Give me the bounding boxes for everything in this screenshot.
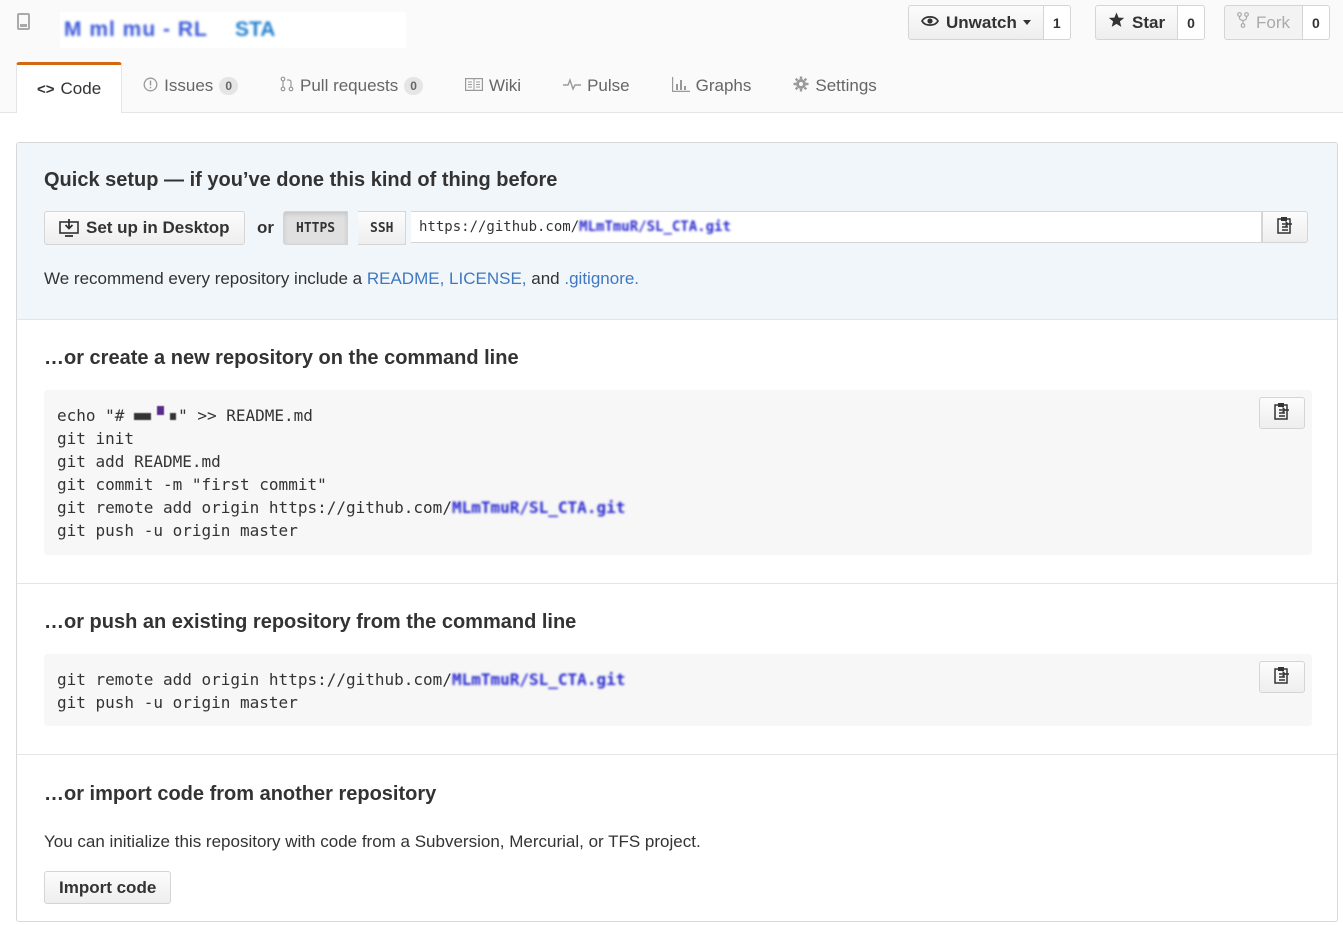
tab-code[interactable]: <> Code [16, 62, 123, 113]
code-line: git remote add origin https://github.com… [57, 670, 452, 689]
graph-icon [671, 76, 690, 96]
recommend-prefix: We recommend every repository include a [44, 269, 363, 288]
fork-icon [1237, 12, 1249, 33]
star-label: Star [1132, 12, 1166, 32]
redacted-block [170, 413, 177, 420]
readme-link[interactable]: README, [367, 269, 444, 288]
repo-icon [17, 13, 30, 30]
pulse-icon [563, 77, 582, 95]
redacted-block [157, 406, 165, 415]
fork-label: Fork [1256, 12, 1290, 32]
new-repo-code-block: echo "# " >> README.md git init git add … [44, 390, 1312, 555]
push-code-block: git remote add origin https://github.com… [44, 654, 1312, 726]
copy-url-button[interactable] [1262, 211, 1308, 243]
fork-button[interactable]: Fork [1224, 5, 1303, 40]
clippy-icon [1277, 216, 1293, 239]
clone-url-input[interactable]: https://github.com/MLmTmuR/SL_CTA.git [411, 211, 1262, 243]
gitignore-link[interactable]: .gitignore. [564, 269, 639, 288]
desktop-download-icon [59, 219, 79, 237]
push-commands[interactable]: git remote add origin https://github.com… [57, 668, 625, 714]
code-line-repo: MLmTmuR/SL_CTA.git [451, 498, 626, 517]
tab-label: Pull requests [300, 76, 399, 95]
clone-url-repo: MLmTmuR/SL_CTA.git [579, 219, 731, 235]
code-line: git commit -m "first commit" [57, 475, 327, 494]
tab-wiki[interactable]: Wiki [444, 62, 542, 110]
recommend-text: We recommend every repository include a … [44, 269, 639, 289]
import-title: …or import code from another repository [44, 783, 437, 805]
new-repo-commands[interactable]: echo "# " >> README.md git init git add … [57, 404, 625, 542]
import-code-button[interactable]: Import code [44, 871, 172, 904]
pull-requests-counter: 0 [404, 77, 423, 95]
code-line: git push -u origin master [57, 693, 298, 712]
unwatch-button[interactable]: Unwatch [908, 5, 1044, 40]
tab-label: Settings [815, 76, 877, 95]
tab-pull-requests[interactable]: Pull requests 0 [259, 62, 444, 110]
issues-counter: 0 [219, 77, 238, 95]
chevron-down-icon [1022, 20, 1031, 25]
code-icon: <> [37, 80, 55, 98]
repo-name-owner[interactable]: M ml mu - RL [64, 18, 208, 42]
code-line: git init [57, 429, 135, 448]
and-text: and [531, 269, 560, 288]
new-repo-section: …or create a new repository on the comma… [17, 320, 1337, 584]
repo-title[interactable]: M ml mu - RL STA [60, 12, 406, 48]
issue-icon [143, 77, 158, 96]
https-button[interactable]: HTTPS [283, 211, 349, 245]
quick-setup-title: Quick setup — if you’ve done this kind o… [44, 169, 558, 191]
setup-in-desktop-button[interactable]: Set up in Desktop [44, 211, 245, 245]
copy-push-commands-button[interactable] [1259, 661, 1305, 693]
star-button[interactable]: Star [1095, 5, 1179, 40]
repo-header: M ml mu - RL STA Unwatch 1 Star 0 Fork 0… [0, 0, 1343, 113]
tab-label: Wiki [488, 76, 522, 95]
watch-count[interactable]: 1 [1043, 5, 1071, 40]
tab-pulse[interactable]: Pulse [542, 62, 651, 110]
code-line-repo: MLmTmuR/SL_CTA.git [451, 670, 626, 689]
book-icon [464, 77, 483, 95]
fork-group: Fork 0 [1224, 5, 1330, 40]
new-repo-title: …or create a new repository on the comma… [44, 347, 519, 369]
ssh-button[interactable]: SSH [358, 211, 407, 245]
empty-repo-panel: Quick setup — if you’ve done this kind o… [16, 142, 1338, 922]
clippy-icon [1274, 402, 1290, 425]
tab-settings[interactable]: Settings [772, 62, 897, 110]
import-section: …or import code from another repository … [17, 755, 1337, 925]
code-line: " >> README.md [178, 406, 313, 425]
git-pull-request-icon [280, 76, 294, 96]
tab-label: Graphs [695, 76, 752, 95]
tab-issues[interactable]: Issues 0 [122, 62, 259, 110]
repo-name-repo[interactable]: STA [235, 18, 275, 42]
clone-url-row: Set up in Desktop or HTTPS SSH https://g… [44, 211, 1312, 245]
setup-in-desktop-label: Set up in Desktop [86, 218, 230, 237]
push-existing-title: …or push an existing repository from the… [44, 611, 577, 633]
push-existing-section: …or push an existing repository from the… [17, 584, 1337, 755]
clone-url-prefix: https://github.com/ [419, 219, 580, 235]
or-label: or [257, 218, 274, 237]
code-line: echo "# [57, 406, 135, 425]
import-description: You can initialize this repository with … [44, 832, 701, 851]
star-icon [1108, 12, 1125, 33]
star-group: Star 0 [1095, 5, 1205, 40]
code-line: git add README.md [57, 452, 221, 471]
watch-group: Unwatch 1 [908, 5, 1071, 40]
license-link[interactable]: LICENSE, [449, 269, 526, 288]
tab-label: Code [60, 79, 102, 98]
clippy-icon [1274, 666, 1290, 689]
redacted-block [134, 413, 152, 420]
star-count[interactable]: 0 [1178, 5, 1205, 40]
eye-icon [920, 13, 940, 33]
quick-setup-section: Quick setup — if you’ve done this kind o… [17, 143, 1337, 320]
tab-label: Pulse [587, 76, 630, 95]
fork-count[interactable]: 0 [1303, 5, 1330, 40]
code-line: git push -u origin master [57, 521, 298, 540]
repo-nav: <> Code Issues 0 Pull requests 0 Wiki Pu… [16, 62, 898, 113]
tab-graphs[interactable]: Graphs [651, 62, 773, 110]
unwatch-label: Unwatch [946, 12, 1017, 32]
gear-icon [793, 76, 809, 96]
code-line: git remote add origin https://github.com… [57, 498, 452, 517]
copy-commands-button[interactable] [1259, 397, 1305, 429]
tab-label: Issues [164, 76, 214, 95]
